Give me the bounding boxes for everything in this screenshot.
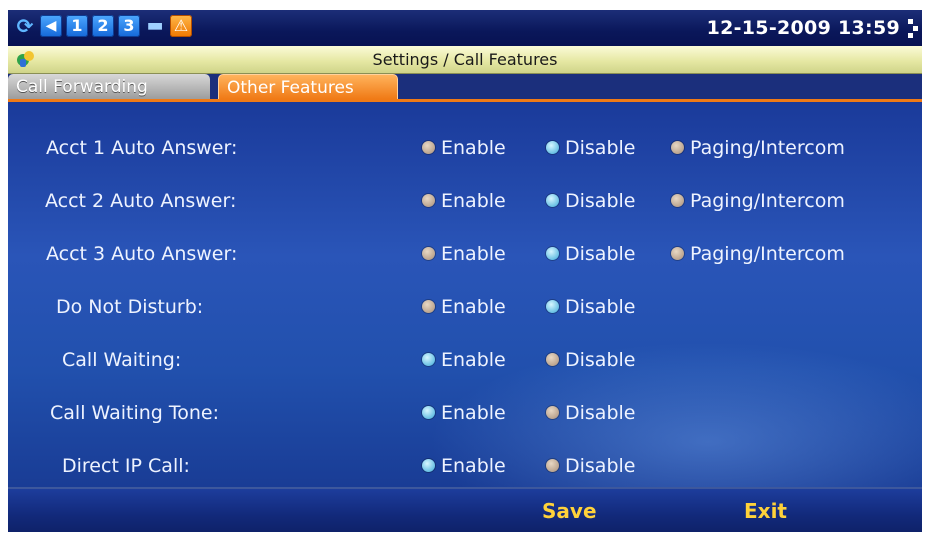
- radio-unselected-icon: [546, 353, 559, 366]
- alert-icon[interactable]: ⚠: [170, 15, 192, 37]
- setting-row-acct1-auto-answer: Acct 1 Auto Answer: Enable Disable Pagin…: [8, 122, 922, 175]
- option-label: Enable: [441, 190, 506, 212]
- setting-label: Direct IP Call:: [62, 455, 190, 477]
- settings-panel: Acct 1 Auto Answer: Enable Disable Pagin…: [8, 102, 922, 532]
- radio-selected-icon: [546, 247, 559, 260]
- option-label: Disable: [565, 243, 636, 265]
- setting-label: Acct 2 Auto Answer:: [45, 190, 237, 212]
- setting-label: Acct 3 Auto Answer:: [46, 243, 238, 265]
- option-label: Disable: [565, 296, 636, 318]
- folder-icon[interactable]: ▬: [144, 15, 166, 37]
- option-label: Disable: [565, 137, 636, 159]
- line-1-icon[interactable]: 1: [66, 15, 88, 37]
- radio-selected-icon: [546, 300, 559, 313]
- line-3-label: 3: [123, 16, 135, 35]
- softkey-bar: Save Exit: [8, 487, 922, 532]
- radio-unselected-icon: [422, 194, 435, 207]
- option-label: Enable: [441, 137, 506, 159]
- radio-unselected-icon: [671, 194, 684, 207]
- radio-unselected-icon: [422, 247, 435, 260]
- status-bar: ⟳ ◀ 1 2 3 ▬ ⚠ 12-15-2009 13:59: [8, 10, 922, 46]
- setting-row-acct3-auto-answer: Acct 3 Auto Answer: Enable Disable Pagin…: [8, 228, 922, 281]
- setting-row-acct2-auto-answer: Acct 2 Auto Answer: Enable Disable Pagin…: [8, 175, 922, 228]
- volume-icon[interactable]: ◀: [40, 15, 62, 37]
- tab-call-forwarding[interactable]: Call Forwarding: [8, 74, 210, 100]
- radio-selected-icon: [422, 459, 435, 472]
- refresh-icon[interactable]: ⟳: [14, 15, 36, 37]
- radio-unselected-icon: [671, 247, 684, 260]
- page-title: Settings / Call Features: [372, 50, 558, 69]
- option-label: Disable: [565, 402, 636, 424]
- radio-unselected-icon: [422, 141, 435, 154]
- setting-label: Do Not Disturb:: [56, 296, 204, 318]
- radio-selected-icon: [546, 194, 559, 207]
- title-bar: Settings / Call Features: [8, 46, 922, 74]
- phone-screen: ⟳ ◀ 1 2 3 ▬ ⚠ 12-15-2009 13:59 Settings …: [8, 10, 922, 532]
- option-label: Disable: [565, 455, 636, 477]
- line-2-icon[interactable]: 2: [92, 15, 114, 37]
- setting-row-call-waiting-tone: Call Waiting Tone: Enable Disable: [8, 387, 922, 440]
- option-label: Enable: [441, 349, 506, 371]
- line-1-label: 1: [71, 16, 83, 35]
- option-label: Paging/Intercom: [690, 243, 845, 265]
- line-3-icon[interactable]: 3: [118, 15, 140, 37]
- tab-other-features[interactable]: Other Features: [218, 74, 398, 100]
- setting-label: Call Waiting:: [62, 349, 182, 371]
- setting-row-do-not-disturb: Do Not Disturb: Enable Disable: [8, 281, 922, 334]
- setting-row-direct-ip-call: Direct IP Call: Enable Disable: [8, 440, 922, 493]
- exit-button[interactable]: Exit: [744, 499, 787, 523]
- radio-selected-icon: [422, 353, 435, 366]
- tab-bar: Call Forwarding Other Features: [8, 74, 922, 102]
- radio-unselected-icon: [671, 141, 684, 154]
- signal-icon: [908, 19, 918, 39]
- option-label: Paging/Intercom: [690, 137, 845, 159]
- option-label: Enable: [441, 402, 506, 424]
- line-2-label: 2: [97, 16, 109, 35]
- date-time: 12-15-2009 13:59: [706, 17, 900, 39]
- option-label: Enable: [441, 296, 506, 318]
- radio-selected-icon: [546, 141, 559, 154]
- radio-unselected-icon: [546, 459, 559, 472]
- setting-label: Acct 1 Auto Answer:: [46, 137, 238, 159]
- radio-unselected-icon: [546, 406, 559, 419]
- option-label: Disable: [565, 190, 636, 212]
- setting-label: Call Waiting Tone:: [50, 402, 220, 424]
- radio-unselected-icon: [422, 300, 435, 313]
- save-button[interactable]: Save: [542, 499, 597, 523]
- option-label: Enable: [441, 455, 506, 477]
- setting-row-call-waiting: Call Waiting: Enable Disable: [8, 334, 922, 387]
- radio-selected-icon: [422, 406, 435, 419]
- option-label: Paging/Intercom: [690, 190, 845, 212]
- option-label: Enable: [441, 243, 506, 265]
- option-label: Disable: [565, 349, 636, 371]
